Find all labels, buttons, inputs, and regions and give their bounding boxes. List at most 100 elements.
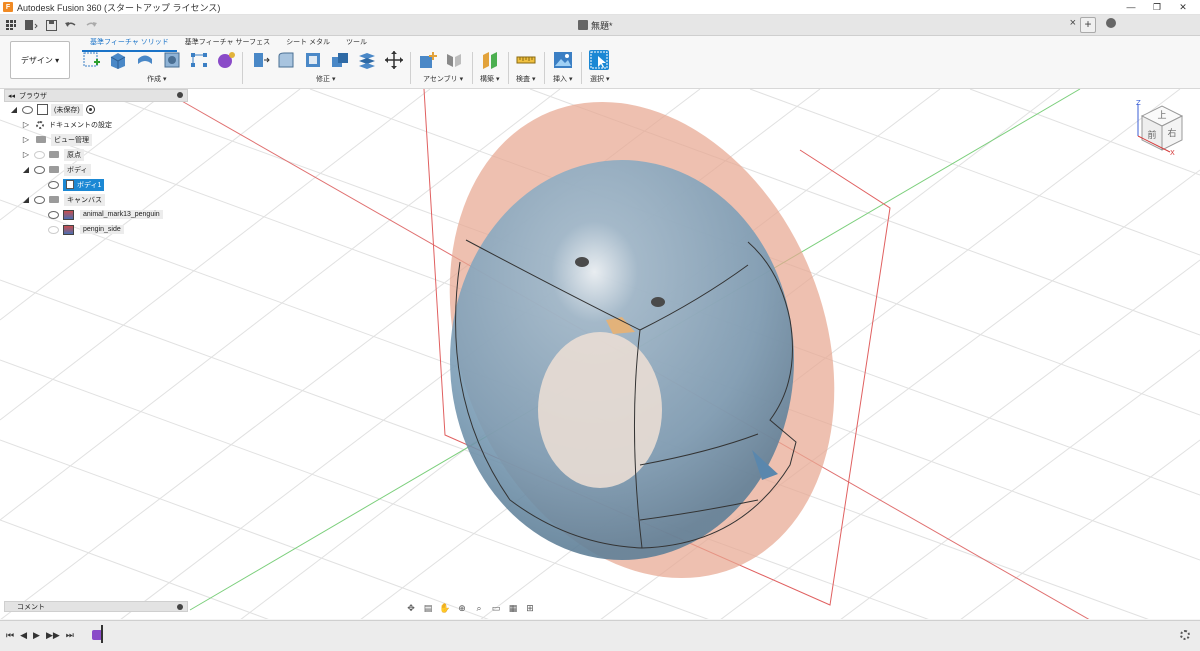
penguin-eye [575,257,589,267]
tree-item-canvases[interactable]: ◢ キャンバス [22,192,188,207]
split-body-icon[interactable] [357,50,377,70]
new-component-icon[interactable] [418,50,438,70]
go-to-start-button[interactable]: ⏮ [6,630,14,641]
group-divider [508,52,509,84]
tree-root[interactable]: ◢ (未保存) [10,102,188,117]
press-pull-icon[interactable] [250,50,270,70]
select-group-label[interactable]: 選択 ▾ [590,74,609,84]
timeline-settings-gear-icon[interactable] [1180,630,1190,640]
tree-item-named-views[interactable]: ▷ ビュー管理 [22,132,188,147]
close-button[interactable]: ✕ [1170,0,1196,14]
tab-sheet-metal[interactable]: シート メタル [278,36,338,50]
visibility-eye-icon[interactable] [48,180,59,189]
step-forward-button[interactable]: ▶▶ [46,630,60,641]
document-title: 無題* [591,20,613,31]
look-at-icon[interactable]: ▤ [422,603,434,613]
save-icon[interactable] [44,18,58,32]
tree-item-label: キャンバス [64,193,105,206]
expand-icon[interactable]: ▷ [22,135,30,144]
close-tab-icon[interactable]: × [1070,17,1076,29]
tree-item-body1[interactable]: ボディ1 [44,177,188,192]
expand-icon[interactable]: ▷ [22,150,30,159]
visibility-eye-icon[interactable] [22,105,33,114]
insert-group-label[interactable]: 挿入 ▾ [553,74,572,84]
redo-icon[interactable] [84,18,98,32]
measure-icon[interactable] [516,50,536,70]
tree-item-origin[interactable]: ▷ 原点 [22,147,188,162]
zoom-icon[interactable]: ⊕ [456,603,468,613]
file-menu-icon[interactable] [24,18,38,32]
group-divider [581,52,582,84]
app-title: Autodesk Fusion 360 (スタートアップ ライセンス) [17,2,221,13]
workspace-switcher[interactable]: デザイン ▾ [10,41,70,79]
job-status-icon[interactable] [1106,18,1116,28]
grid-settings-icon[interactable]: ▦ [507,603,519,613]
comments-panel[interactable]: コメント [4,601,188,612]
body-icon [66,180,74,189]
tab-tools[interactable]: ツール [338,36,375,50]
revolve-icon[interactable] [135,50,155,70]
body1-label: ボディ1 [77,181,102,189]
tree-item-label: animal_mark13_penguin [80,210,163,219]
tree-item-canvas-side[interactable]: pengin_side [44,222,188,237]
pattern-icon[interactable] [189,50,209,70]
browser-header[interactable]: ◂◂ ブラウザ [4,89,188,102]
visibility-eye-icon[interactable] [34,165,45,174]
grid-menu-icon[interactable] [4,18,18,32]
create-group-label[interactable]: 作成 ▾ [147,74,166,84]
display-settings-icon[interactable]: ▭ [490,603,502,613]
tree-item-document-settings[interactable]: ▷ ドキュメントの設定 [22,117,188,132]
collapse-icon[interactable]: ◂◂ [8,92,15,100]
viewcube-top-label[interactable]: 上 [1157,110,1166,121]
new-tab-button[interactable]: + [1080,17,1096,33]
tree-item-canvas-front[interactable]: animal_mark13_penguin [44,207,188,222]
pin-icon[interactable] [177,604,183,610]
tree-item-bodies[interactable]: ◢ ボディ [22,162,188,177]
undo-icon[interactable] [64,18,78,32]
step-back-button[interactable]: ◀ [20,630,27,641]
visibility-eye-icon[interactable] [48,225,59,234]
viewports-icon[interactable]: ⊞ [524,603,536,613]
pin-icon[interactable] [177,92,183,98]
joint-icon[interactable] [444,50,464,70]
gear-icon [36,120,44,129]
create-sketch-icon[interactable] [82,50,102,70]
combine-icon[interactable] [330,50,350,70]
penguin-eye [651,297,665,307]
extrude-icon[interactable] [108,50,128,70]
collapse-icon[interactable]: ◢ [22,165,30,174]
visibility-eye-icon[interactable] [34,150,45,159]
orbit-icon[interactable]: ✥ [405,603,417,613]
visibility-eye-icon[interactable] [34,195,45,204]
construct-group-label[interactable]: 構築 ▾ [480,74,499,84]
activate-radio-icon[interactable] [85,105,95,114]
visibility-eye-icon[interactable] [48,210,59,219]
tab-surface[interactable]: 基準フィーチャ サーフェス [177,36,278,50]
maximize-button[interactable]: ❐ [1144,0,1170,14]
inspect-group-label[interactable]: 検査 ▾ [516,74,535,84]
hole-icon[interactable] [162,50,182,70]
document-tab[interactable]: 無題* [578,17,613,33]
play-button[interactable]: ▶ [33,630,40,641]
create-form-icon[interactable] [216,50,236,70]
go-to-end-button[interactable]: ⏭ [66,630,74,641]
expand-icon[interactable]: ▷ [22,120,30,129]
group-divider [544,52,545,84]
expand-icon[interactable]: ◢ [10,105,18,114]
minimize-button[interactable]: — [1118,0,1144,14]
offset-plane-icon[interactable] [480,50,500,70]
modify-group-label[interactable]: 修正 ▾ [316,74,335,84]
pan-icon[interactable]: ✋ [439,603,451,613]
insert-image-icon[interactable] [553,50,573,70]
move-copy-icon[interactable] [384,50,404,70]
viewcube-front-label[interactable]: 前 [1147,129,1156,141]
viewcube-right-label[interactable]: 右 [1167,127,1176,139]
zoom-window-icon[interactable]: ⌕ [473,603,485,613]
assemble-group-label[interactable]: アセンブリ ▾ [423,74,463,84]
shell-icon[interactable] [303,50,323,70]
select-tool-icon[interactable] [589,50,609,70]
timeline-marker[interactable] [101,625,103,643]
viewcube[interactable]: 上 前 右 Z X [1130,96,1190,157]
collapse-icon[interactable]: ◢ [22,195,30,204]
fillet-icon[interactable] [276,50,296,70]
